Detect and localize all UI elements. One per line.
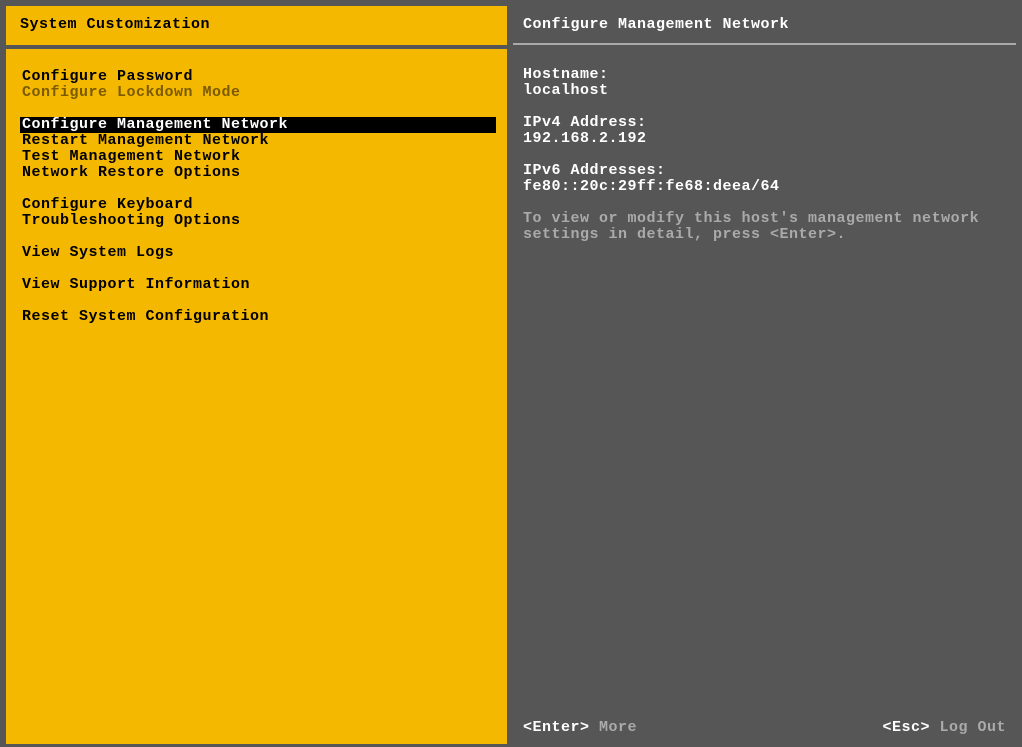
menu-spacer [20,101,493,117]
menu-troubleshooting[interactable]: Troubleshooting Options [20,213,493,229]
ipv6-value: fe80::20c:29ff:fe68:deea/64 [523,179,1006,195]
right-body: Hostname: localhost IPv4 Address: 192.16… [513,47,1016,716]
left-title-bar: System Customization [6,6,507,45]
ipv6-label: IPv6 Addresses: [523,163,1006,179]
hint-text: To view or modify this host's management… [523,211,1006,243]
footer: <Enter> More <Esc> Log Out [513,716,1016,744]
right-title: Configure Management Network [523,16,789,33]
menu-configure-mgmt-net[interactable]: Configure Management Network [20,117,496,133]
ipv4-label: IPv4 Address: [523,115,1006,131]
info-spacer [523,195,1006,211]
dcui-screen: System Customization Configure Password … [0,0,1022,747]
menu-view-system-logs[interactable]: View System Logs [20,245,493,261]
menu-view-support-info[interactable]: View Support Information [20,277,493,293]
hostname-value: localhost [523,83,1006,99]
menu-configure-lockdown[interactable]: Configure Lockdown Mode [20,85,493,101]
menu-net-restore[interactable]: Network Restore Options [20,165,493,181]
info-spacer [523,147,1006,163]
enter-key: <Enter> [523,719,590,736]
menu-body: Configure Password Configure Lockdown Mo… [6,49,507,744]
right-title-bar: Configure Management Network [513,6,1016,45]
enter-label: More [590,719,638,736]
hostname-label: Hostname: [523,67,1006,83]
ipv4-value: 192.168.2.192 [523,131,1006,147]
footer-esc[interactable]: <Esc> Log Out [882,720,1006,736]
menu-configure-keyboard[interactable]: Configure Keyboard [20,197,493,213]
left-panel: System Customization Configure Password … [0,0,510,747]
menu-reset-system-config[interactable]: Reset System Configuration [20,309,493,325]
info-spacer [523,99,1006,115]
menu-test-mgmt-net[interactable]: Test Management Network [20,149,493,165]
right-panel: Configure Management Network Hostname: l… [510,0,1022,747]
menu-spacer [20,261,493,277]
footer-enter[interactable]: <Enter> More [523,720,637,736]
esc-label: Log Out [930,719,1006,736]
menu-spacer [20,229,493,245]
left-title: System Customization [20,16,210,33]
esc-key: <Esc> [882,719,930,736]
menu-spacer [20,181,493,197]
menu-configure-password[interactable]: Configure Password [20,69,493,85]
menu-spacer [20,293,493,309]
menu-restart-mgmt-net[interactable]: Restart Management Network [20,133,493,149]
